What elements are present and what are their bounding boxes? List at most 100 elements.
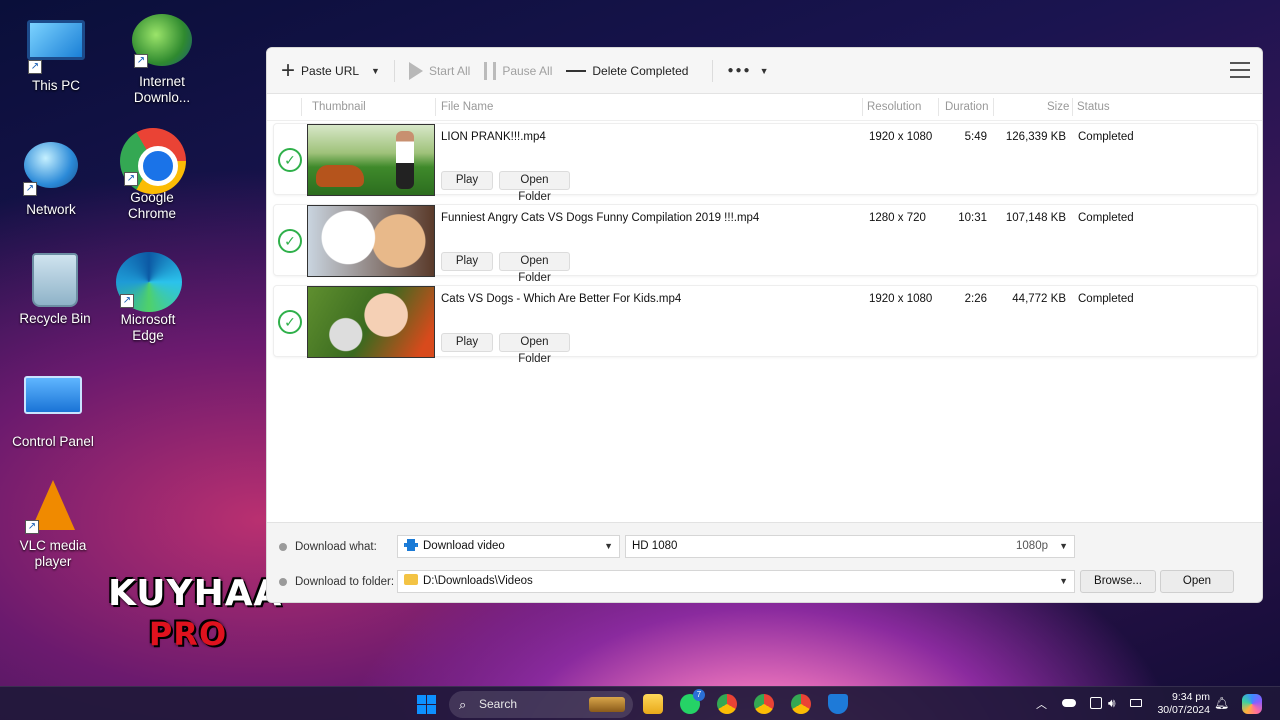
desktop-icon-internet-download-manager[interactable]: ↗ Internet Downlo...	[114, 12, 210, 106]
onedrive-cloud-icon[interactable]	[1062, 699, 1076, 707]
completed-check-icon: ✓	[278, 229, 302, 253]
watermark-line1: KUYHAA	[108, 573, 283, 614]
hamburger-menu-icon[interactable]	[1230, 62, 1250, 78]
whatsapp-badge: 7	[693, 689, 705, 701]
paste-url-button[interactable]: + Paste URL ▼	[281, 58, 380, 82]
folder-path-select[interactable]: D:\Downloads\Videos ▼	[397, 570, 1075, 593]
chevron-down-icon: ▼	[759, 65, 769, 76]
desktop-icon-label: Recycle Bin	[19, 311, 91, 326]
idm-icon: ↗	[130, 14, 194, 70]
file-name: LION PRANK!!!.mp4	[441, 131, 546, 143]
file-name: Cats VS Dogs - Which Are Better For Kids…	[441, 293, 682, 305]
open-folder-button[interactable]: Open Folder	[499, 333, 570, 365]
download-to-folder-label: Download to folder:	[295, 576, 395, 588]
battery-icon[interactable]	[1130, 699, 1142, 707]
system-clock[interactable]: 9:34 pm 30/07/2024	[1157, 691, 1210, 717]
file-size: 126,339 KB	[1005, 131, 1066, 143]
toolbar-divider	[393, 59, 395, 82]
browse-button[interactable]: Browse...	[1080, 570, 1156, 593]
copilot-icon[interactable]	[1242, 694, 1262, 714]
pause-all-label: Pause All	[502, 63, 553, 78]
open-folder-button[interactable]: Open Folder	[499, 252, 570, 284]
chrome-profile-2-taskbar-icon[interactable]	[791, 694, 811, 714]
control-panel-icon	[21, 376, 85, 432]
status: Completed	[1078, 131, 1134, 143]
clock-time: 9:34 pm	[1172, 691, 1210, 703]
chevron-down-icon: ▼	[604, 541, 613, 551]
taskbar-search[interactable]: ⌕ Search	[449, 691, 633, 718]
play-button[interactable]: Play	[441, 171, 493, 190]
quality-select[interactable]: HD 1080 1080p ▼	[625, 535, 1075, 558]
volume-icon[interactable]: 🔊︎	[1108, 696, 1116, 711]
whatsapp-icon[interactable]: 7	[680, 689, 705, 714]
download-row[interactable]: ✓ Cats VS Dogs - Which Are Better For Ki…	[273, 285, 1258, 365]
search-icon: ⌕	[459, 697, 467, 712]
completed-check-icon: ✓	[278, 310, 302, 334]
this-pc-icon: ↗	[24, 20, 88, 76]
chrome-icon: ↗	[120, 128, 186, 194]
network-icon: ↗	[19, 142, 83, 198]
download-what-label: Download what:	[295, 541, 377, 553]
duration: 5:49	[964, 131, 987, 143]
desktop-icon-label: Microsoft Edge	[120, 312, 176, 343]
pause-icon	[484, 61, 497, 80]
desktop-icon-vlc[interactable]: ↗ VLC media player	[5, 480, 101, 570]
film-icon	[404, 539, 418, 551]
column-size[interactable]: Size	[1047, 101, 1069, 113]
file-name: Funniest Angry Cats VS Dogs Funny Compil…	[441, 212, 760, 224]
windows-start-icon[interactable]	[417, 695, 436, 714]
chevron-down-icon: ▼	[1059, 576, 1068, 586]
network-icon[interactable]	[1090, 697, 1102, 709]
play-button[interactable]: Play	[441, 252, 493, 271]
column-thumbnail[interactable]: Thumbnail	[312, 101, 366, 113]
desktop-icon-network[interactable]: ↗ Network	[3, 138, 99, 218]
resolution: 1920 x 1080	[869, 131, 933, 143]
taskbar: ⌕ Search 7 ︿ 🔊︎ 9:34 pm 30/07/2024 🔔︎	[0, 686, 1280, 720]
search-placeholder: Search	[479, 697, 518, 711]
chevron-down-icon[interactable]: ▼	[371, 66, 380, 76]
quality-value: HD 1080	[632, 540, 678, 552]
recycle-bin-icon	[23, 253, 87, 309]
column-file-name[interactable]: File Name	[441, 101, 493, 113]
folder-icon	[404, 574, 418, 585]
download-to-folder-row: Download to folder:	[279, 576, 394, 588]
video-thumbnail	[307, 286, 435, 358]
play-button[interactable]: Play	[441, 333, 493, 352]
play-icon	[408, 61, 423, 80]
chrome-profile-taskbar-icon[interactable]	[754, 694, 774, 714]
desktop-icon-microsoft-edge[interactable]: ↗ Microsoft Edge	[100, 252, 196, 344]
security-shield-icon[interactable]	[828, 694, 848, 714]
pause-all-button[interactable]: Pause All	[484, 61, 553, 80]
delete-completed-button[interactable]: Delete Completed	[566, 64, 688, 78]
download-what-select[interactable]: Download video ▼	[397, 535, 620, 558]
chevron-up-icon[interactable]: ︿	[1036, 696, 1047, 712]
download-row[interactable]: ✓ LION PRANK!!!.mp4 1920 x 1080 5:49 126…	[273, 123, 1258, 203]
open-folder-button[interactable]: Open Folder	[499, 171, 570, 203]
column-duration[interactable]: Duration	[945, 101, 988, 113]
status: Completed	[1078, 293, 1134, 305]
column-resolution[interactable]: Resolution	[867, 101, 921, 113]
desktop-icon-control-panel[interactable]: Control Panel	[5, 366, 101, 450]
download-options-panel: Download what: Download video ▼ HD 1080 …	[267, 522, 1262, 602]
notification-bell-icon[interactable]: 🔔︎	[1214, 696, 1229, 710]
duration: 2:26	[964, 293, 987, 305]
clock-date: 30/07/2024	[1157, 704, 1210, 716]
desktop-icon-recycle-bin[interactable]: Recycle Bin	[7, 253, 103, 327]
video-thumbnail	[307, 124, 435, 196]
desktop-icon-label: Google Chrome	[127, 190, 176, 221]
minus-icon	[566, 69, 587, 72]
chrome-taskbar-icon[interactable]	[717, 694, 737, 714]
desktop-icon-google-chrome[interactable]: ↗ Google Chrome	[104, 128, 200, 222]
start-all-button[interactable]: Start All	[408, 61, 470, 80]
open-button[interactable]: Open	[1160, 570, 1234, 593]
toolbar-divider	[712, 59, 714, 82]
download-what-value: Download video	[423, 540, 505, 552]
desktop-icon-label: Control Panel	[12, 434, 94, 449]
completed-check-icon: ✓	[278, 148, 302, 172]
download-row[interactable]: ✓ Funniest Angry Cats VS Dogs Funny Comp…	[273, 204, 1258, 284]
column-status[interactable]: Status	[1077, 101, 1110, 113]
file-explorer-icon[interactable]	[643, 694, 663, 714]
more-options-button[interactable]: ●●● ▼	[727, 65, 768, 76]
more-dots-icon: ●●●	[727, 65, 752, 76]
desktop-icon-this-pc[interactable]: ↗ This PC	[8, 12, 104, 94]
